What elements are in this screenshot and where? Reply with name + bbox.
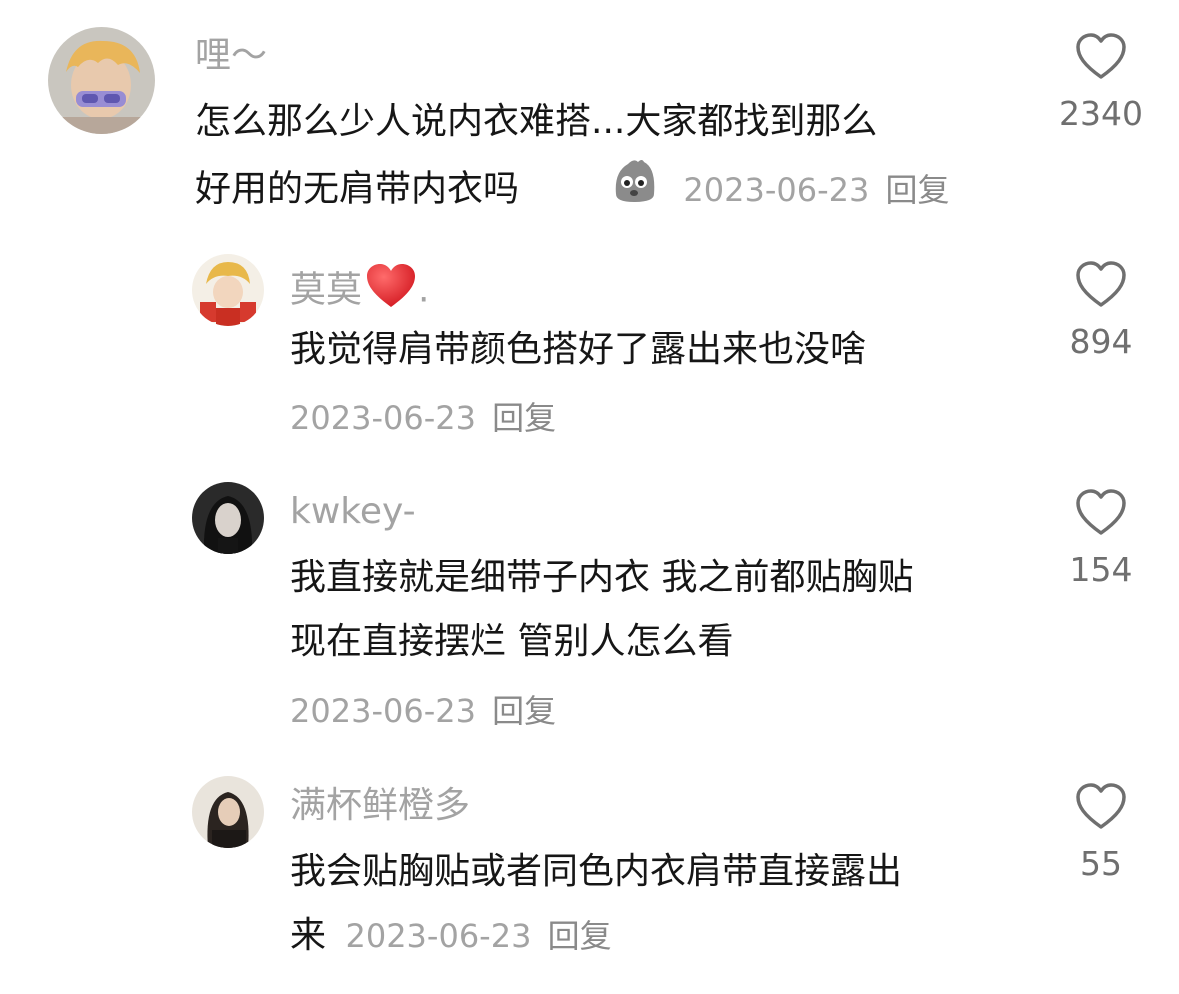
comment-text-line: 来 2023-06-23 回复 [290,904,1020,968]
comment-username-text: 莫莫 [290,269,363,311]
comment-text-line: 怎么那么少人说内衣难搭...大家都找到那么 [195,101,878,142]
comment-date: 2023-06-23 [345,917,532,955]
comment-date: 2023-06-23 [290,692,476,730]
reply-button[interactable]: 回复 [492,692,556,730]
like-count: 894 [1069,322,1133,361]
avatar[interactable] [48,27,155,134]
like-count: 55 [1080,844,1122,883]
comment-username[interactable]: 满杯鲜橙多 [290,784,470,828]
comment-text: 我会贴胸贴或者同色内衣肩带直接露出 来 2023-06-23 回复 [290,840,1020,968]
comment-meta: 2023-06-23 回复 [345,917,611,955]
comment-text-fragment: 来 [290,915,327,956]
avatar[interactable] [192,482,264,554]
like-group: 154 [1046,488,1156,592]
comment-text-line: 现在直接摆烂 管别人怎么看 [290,621,734,662]
comment-meta: 2023-06-23 回复 [290,396,556,440]
comment-username[interactable]: 莫莫. [290,262,429,321]
reply-button[interactable]: 回复 [492,399,556,437]
comment-text: 我直接就是细带子内衣 我之前都贴胸贴 现在直接摆烂 管别人怎么看 [290,546,1020,674]
like-group: 55 [1046,782,1156,886]
comment-text-line: 好用的无肩带内衣吗 2023-06-23 回复 [195,154,1015,227]
sticker-icon [608,154,660,227]
heart-icon[interactable] [1074,488,1128,538]
comment-text: 我觉得肩带颜色搭好了露出来也没啥 [290,329,867,370]
comment-text-fragment: 好用的无肩带内衣吗 [195,168,520,210]
avatar[interactable] [192,776,264,848]
comment-text: 怎么那么少人说内衣难搭...大家都找到那么 好用的无肩带内衣吗 2023-06-… [195,90,1015,227]
heart-icon[interactable] [1074,260,1128,310]
like-count: 2340 [1059,94,1143,133]
like-count: 154 [1069,550,1133,589]
red-heart-icon [364,262,418,321]
avatar[interactable] [192,254,264,326]
comment-date: 2023-06-23 [683,170,870,209]
comment-meta: 2023-06-23 回复 [683,171,949,209]
like-group: 894 [1046,260,1156,364]
like-group: 2340 [1046,32,1156,136]
heart-icon[interactable] [1074,32,1128,82]
comment-username-suffix: . [418,269,430,311]
comment-meta: 2023-06-23 回复 [290,689,556,733]
comment-text-line: 我会贴胸贴或者同色内衣肩带直接露出 [290,851,903,892]
reply-button[interactable]: 回复 [886,171,950,209]
comment-date: 2023-06-23 [290,399,476,437]
comment-text-line: 我直接就是细带子内衣 我之前都贴胸贴 [290,557,914,598]
comment-username[interactable]: kwkey- [290,490,416,534]
heart-icon[interactable] [1074,782,1128,832]
reply-button[interactable]: 回复 [548,917,612,955]
comment-username[interactable]: 哩～ [195,34,267,78]
